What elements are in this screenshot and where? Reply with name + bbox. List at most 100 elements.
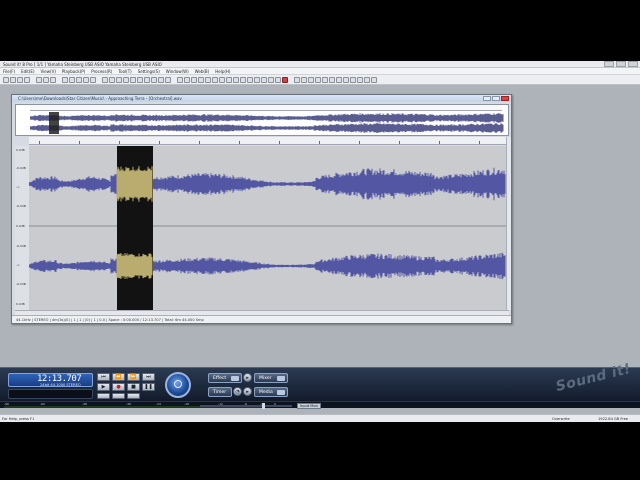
toolbar-button[interactable] [294, 76, 300, 83]
app-logo: Sound it! [554, 360, 633, 396]
menu-view[interactable]: View(V) [41, 68, 56, 74]
toolbar-button[interactable] [76, 76, 82, 83]
toolbar-button[interactable] [83, 76, 89, 83]
toolbar-button[interactable] [62, 76, 68, 83]
menu-file[interactable]: File(F) [3, 68, 15, 74]
toolbar-button[interactable] [240, 76, 246, 83]
overview-ruler[interactable] [30, 105, 502, 111]
toolbar-button[interactable] [158, 76, 164, 83]
toolbar-button[interactable] [254, 76, 260, 83]
stop-button[interactable]: ■ [127, 383, 140, 391]
loop-icon[interactable] [97, 393, 110, 399]
timer-button[interactable]: Timer [208, 387, 232, 397]
toolbar-button[interactable] [282, 76, 288, 83]
toolbar-button[interactable] [336, 76, 342, 83]
close-icon[interactable] [628, 61, 638, 67]
mixer-button[interactable]: Mixer [254, 373, 288, 383]
effect-play-icon[interactable]: ▸ [243, 373, 252, 382]
toolbar-button[interactable] [123, 76, 129, 83]
toolbar-button[interactable] [315, 76, 321, 83]
doc-close-icon[interactable] [501, 96, 509, 101]
toolbar-button[interactable] [90, 76, 96, 83]
maximize-icon[interactable] [616, 61, 626, 67]
toolbar-button[interactable] [212, 76, 218, 83]
menu-edit[interactable]: Edit(E) [21, 68, 34, 74]
toolbar-button[interactable] [247, 76, 253, 83]
record-button[interactable]: ● [112, 383, 125, 391]
toolbar-button[interactable] [357, 76, 363, 83]
toolbar-button[interactable] [137, 76, 143, 83]
input-level-slider[interactable] [200, 403, 292, 409]
toolbar-button[interactable] [261, 76, 267, 83]
slider-thumb[interactable] [262, 403, 265, 409]
rewind-icon[interactable]: ⏪ [112, 373, 125, 381]
menu-web[interactable]: Web(B) [195, 68, 210, 74]
toolbar-button[interactable] [329, 76, 335, 83]
toolbar-button[interactable] [322, 76, 328, 83]
toolbar-button[interactable] [144, 76, 150, 83]
toolbar-button[interactable] [43, 76, 49, 83]
minimize-icon[interactable] [604, 61, 614, 67]
toolbar-button[interactable] [198, 76, 204, 83]
timer-play-icon[interactable]: ▸ [243, 387, 252, 396]
menu-settings[interactable]: Settings(S) [138, 68, 160, 74]
toolbar-button[interactable] [151, 76, 157, 83]
toolbar-button[interactable] [371, 76, 377, 83]
doc-maximize-icon[interactable] [492, 96, 500, 101]
media-button[interactable]: Media [254, 387, 288, 397]
toolbar-button[interactable] [69, 76, 75, 83]
toolbar-button[interactable] [308, 76, 314, 83]
toolbar-button[interactable] [102, 76, 108, 83]
toolbar-button[interactable] [191, 76, 197, 83]
toolbar-button[interactable] [205, 76, 211, 83]
toolbar-button[interactable] [226, 76, 232, 83]
toolbar-button[interactable] [364, 76, 370, 83]
toolbar-button[interactable] [301, 76, 307, 83]
marker-icon[interactable] [112, 393, 125, 399]
toolbar-button[interactable] [50, 76, 56, 83]
menu-playback[interactable]: Playback(P) [62, 68, 85, 74]
toolbar-button[interactable] [350, 76, 356, 83]
toolbar-button[interactable] [24, 76, 30, 83]
time-ruler[interactable] [29, 137, 506, 145]
title-bar: Sound it! 8 Pro [ 1/1 ] Yamaha Steinberg… [0, 61, 640, 68]
overview-selection[interactable] [49, 112, 59, 134]
toolbar-button[interactable] [109, 76, 115, 83]
menu-process[interactable]: Process(R) [91, 68, 112, 74]
forward-icon[interactable]: ⏩ [127, 373, 140, 381]
toolbar-button[interactable] [177, 76, 183, 83]
master-knob[interactable] [165, 372, 191, 398]
overview-waveform[interactable] [30, 112, 504, 134]
input-monitor-button[interactable]: Input Mon [297, 403, 321, 409]
scrub-icon[interactable] [127, 393, 140, 399]
toolbar-button[interactable] [233, 76, 239, 83]
app-window: Sound it! 8 Pro [ 1/1 ] Yamaha Steinberg… [0, 61, 640, 422]
toolbar-button[interactable] [36, 76, 42, 83]
menu-tool[interactable]: Tool(T) [118, 68, 131, 74]
prev-icon[interactable]: ⏮ [97, 373, 110, 381]
overview-pane[interactable] [15, 104, 509, 136]
effect-button[interactable]: Effect [208, 373, 242, 383]
toolbar-button[interactable] [130, 76, 136, 83]
waveform-view[interactable] [29, 146, 506, 310]
play-button[interactable]: ▶ [97, 383, 110, 391]
toolbar-button[interactable] [343, 76, 349, 83]
doc-minimize-icon[interactable] [483, 96, 491, 101]
menu-window[interactable]: Window(W) [166, 68, 189, 74]
toolbar-button[interactable] [268, 76, 274, 83]
toolbar-button[interactable] [116, 76, 122, 83]
document-title-bar[interactable]: C:\Users\me\Downloads\Star Citizen\Music… [12, 95, 511, 102]
ruler-tick [319, 141, 320, 144]
next-icon[interactable]: ⏭ [142, 373, 155, 381]
toolbar-button[interactable] [219, 76, 225, 83]
toolbar-button[interactable] [165, 76, 171, 83]
timer-clock-icon[interactable]: ◔ [233, 387, 242, 396]
menu-help[interactable]: Help(H) [215, 68, 230, 74]
toolbar-button[interactable] [3, 76, 9, 83]
vertical-scrollbar[interactable] [506, 137, 511, 310]
toolbar-button[interactable] [184, 76, 190, 83]
pause-button[interactable]: ❚❚ [142, 383, 155, 391]
toolbar-button[interactable] [17, 76, 23, 83]
toolbar-button[interactable] [275, 76, 281, 83]
toolbar-button[interactable] [10, 76, 16, 83]
